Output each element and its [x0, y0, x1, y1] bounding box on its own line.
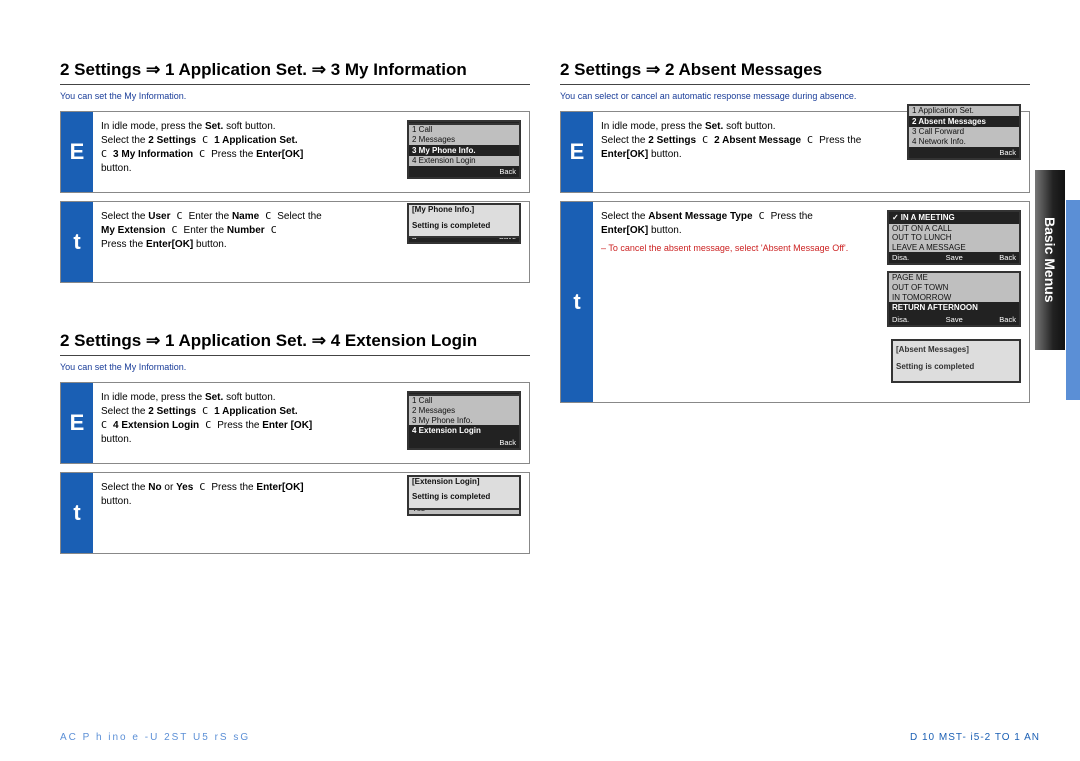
- s3-step1-text: In idle mode, press the Set. soft button…: [601, 120, 873, 184]
- s1-step2: t Select the User C Enter the Name C Sel…: [60, 201, 530, 283]
- s2-step2: t Select the No or Yes C Press the Enter…: [60, 472, 530, 554]
- section3-blurb: You can select or cancel an automatic re…: [560, 91, 1030, 101]
- lcd-screen: [Extension Login] Setting is completed: [407, 475, 521, 510]
- s2-step1: E In idle mode, press the Set. soft butt…: [60, 382, 530, 464]
- side-accent: [1066, 200, 1080, 400]
- lcd-screen: [Absent Messages] Setting is completed: [891, 339, 1021, 383]
- step-side: E: [61, 112, 93, 192]
- s2-step1-text: In idle mode, press the Set. soft button…: [101, 391, 373, 455]
- page-footer: AC P h ino e -U 2ST U5 rS sG D 10 MST- i…: [60, 732, 1040, 743]
- s3-step2-text: Select the Absent Message Type C Press t…: [601, 210, 853, 394]
- step-side: t: [61, 202, 93, 282]
- lcd-screen: PAGE ME OUT OF TOWN IN TOMORROW RETURN A…: [887, 271, 1021, 326]
- s2-step2-text: Select the No or Yes C Press the Enter[O…: [101, 481, 373, 545]
- lcd-screen: [My Phone Info.] Setting is completed: [407, 203, 521, 238]
- s1-step1-text: In idle mode, press the Set. soft button…: [101, 120, 373, 184]
- section2-blurb: You can set the My Information.: [60, 362, 530, 372]
- cancel-note: – To cancel the absent message, select '…: [601, 242, 853, 255]
- step-side: E: [561, 112, 593, 192]
- side-tab: Basic Menus: [1035, 170, 1065, 350]
- s3-step1: E In idle mode, press the Set. soft butt…: [560, 111, 1030, 193]
- s1-step2-text: Select the User C Enter the Name C Selec…: [101, 210, 373, 274]
- section2-title: 2 Settings ⇒ 1 Application Set. ⇒ 4 Exte…: [60, 331, 530, 356]
- footer-right: D 10 MST- i5-2 TO 1 AN: [910, 732, 1040, 743]
- lcd-screen: 1 Call 2 Messages 3 My Phone Info. 4 Ext…: [407, 394, 521, 449]
- lcd-screen: IN A MEETING OUT ON A CALL OUT TO LUNCH …: [887, 210, 1021, 265]
- step-side: t: [61, 473, 93, 553]
- s3-step2: t Select the Absent Message Type C Press…: [560, 201, 1030, 403]
- step-side: t: [561, 202, 593, 402]
- lcd-screen: 1 Application Set. 2 Absent Messages 3 C…: [907, 104, 1021, 159]
- step-side: E: [61, 383, 93, 463]
- footer-left: AC P h ino e -U 2ST U5 rS sG: [60, 732, 250, 743]
- section3-title: 2 Settings ⇒ 2 Absent Messages: [560, 60, 1030, 85]
- lcd-screen: 1 Call 2 Messages 3 My Phone Info. 4 Ext…: [407, 123, 521, 178]
- section1-blurb: You can set the My Information.: [60, 91, 530, 101]
- section1-title: 2 Settings ⇒ 1 Application Set. ⇒ 3 My I…: [60, 60, 530, 85]
- s1-step1: E In idle mode, press the Set. soft butt…: [60, 111, 530, 193]
